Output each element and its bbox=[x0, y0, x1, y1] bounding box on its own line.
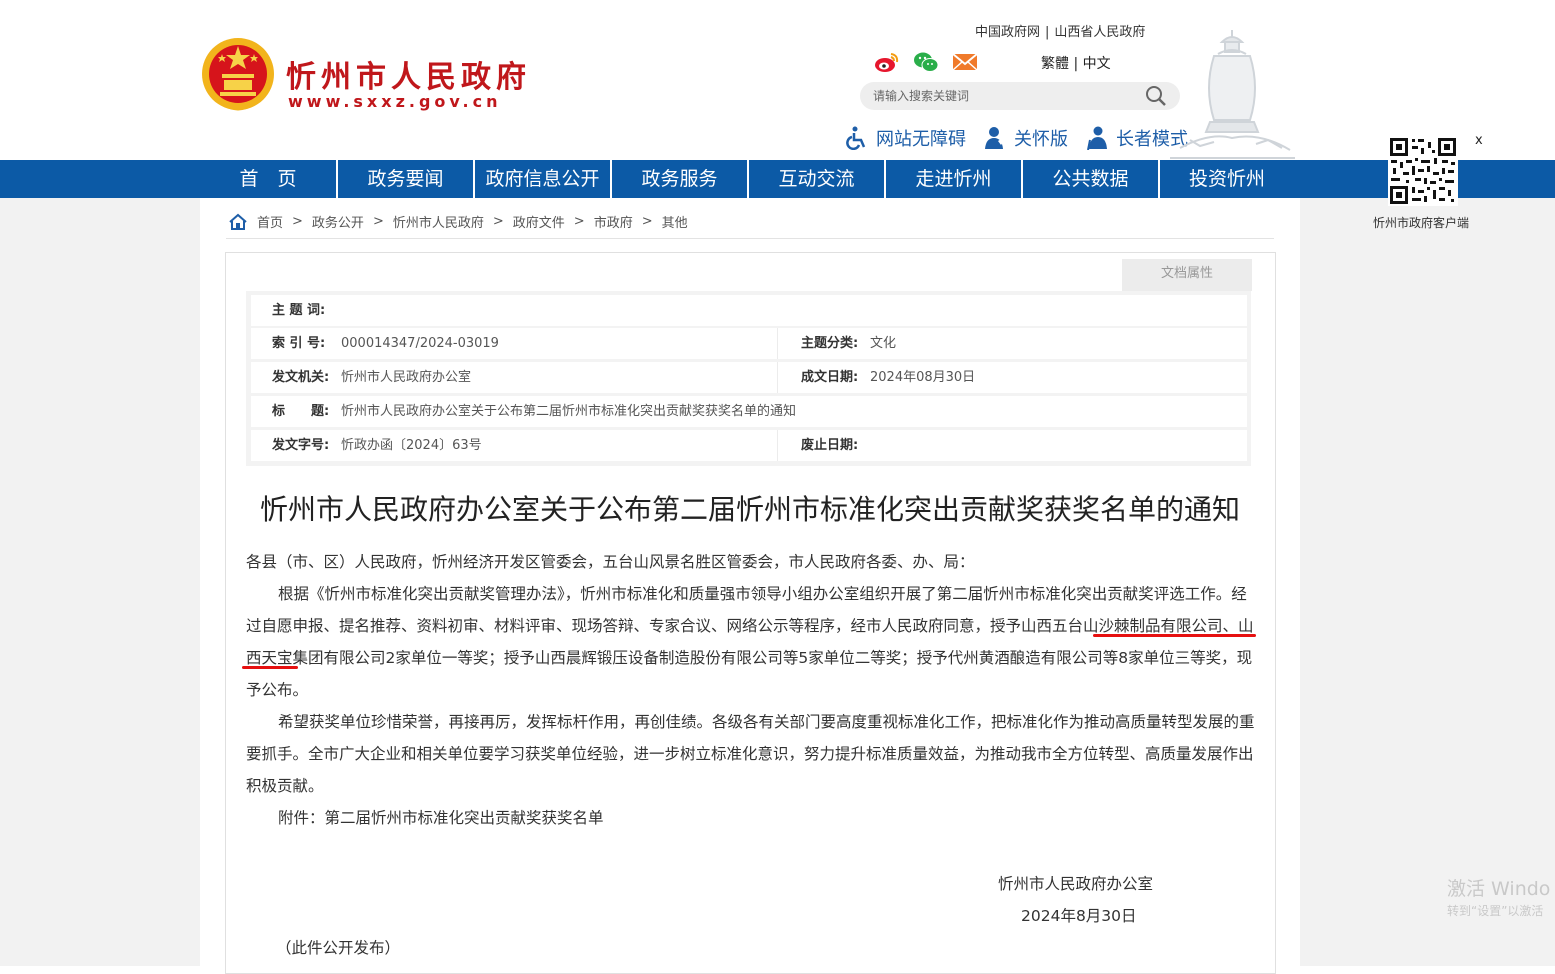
breadcrumb-home[interactable]: 首页 bbox=[257, 212, 283, 231]
article-salutation: 各县（市、区）人民政府，忻州经济开发区管委会，五台山风景名胜区管委会，市人民政府… bbox=[246, 553, 975, 571]
wheelchair-icon bbox=[846, 126, 866, 150]
nav-services[interactable]: 政务服务 bbox=[612, 160, 747, 198]
article-paragraph-2: 希望获奖单位珍惜荣誉，再接再厉，发挥标杆作用，再创佳绩。各级各有关部门要高度重视… bbox=[246, 713, 1255, 795]
site-url: www.sxxz.gov.cn bbox=[288, 92, 502, 111]
highlight-underline bbox=[1093, 634, 1256, 637]
breadcrumb-sep: > bbox=[372, 214, 384, 229]
nav-invest[interactable]: 投资忻州 bbox=[1160, 160, 1294, 198]
breadcrumb-sep: > bbox=[492, 214, 504, 229]
link-shanxi-gov[interactable]: 山西省人民政府 bbox=[1054, 25, 1145, 40]
breadcrumb-divider bbox=[226, 238, 1274, 239]
nav-home[interactable]: 首 页 bbox=[200, 160, 336, 198]
attr-label: 发文字号: bbox=[272, 438, 330, 453]
nav-interaction[interactable]: 互动交流 bbox=[749, 160, 884, 198]
breadcrumb-gov-affairs[interactable]: 政务公开 bbox=[312, 212, 364, 231]
breadcrumb-sep: > bbox=[573, 214, 585, 229]
lang-sep: | bbox=[1073, 56, 1079, 72]
qr-label: 忻州市政府客户端 bbox=[1373, 216, 1470, 230]
breadcrumb-other[interactable]: 其他 bbox=[662, 212, 688, 231]
attr-value: 000014347/2024-03019 bbox=[341, 336, 499, 351]
activation-watermark-subtitle: 转到“设置”以激活 bbox=[1447, 904, 1544, 918]
attr-row-doc-no: 发文字号: 忻政办函〔2024〕63号 废止日期: bbox=[251, 430, 1247, 461]
breadcrumb: 首页 > 政务公开 > 忻州市人民政府 > 政府文件 > 市政府 > 其他 bbox=[228, 212, 688, 231]
right-background bbox=[1300, 198, 1555, 966]
attr-label: 主题分类: bbox=[801, 336, 859, 351]
attr-value: 忻州市人民政府办公室关于公布第二届忻州市标准化突出贡献奖获奖名单的通知 bbox=[341, 404, 797, 419]
attr-label: 索 引 号: bbox=[272, 336, 326, 351]
left-background bbox=[0, 198, 200, 966]
publication-note: （此件公开发布） bbox=[276, 939, 401, 957]
attr-row-issuer: 发文机关: 忻州市人民政府办公室 成文日期: 2024年08月30日 bbox=[251, 362, 1247, 393]
activation-watermark-title: 激活 Windo bbox=[1447, 878, 1551, 900]
breadcrumb-gov-docs[interactable]: 政府文件 bbox=[513, 212, 565, 231]
attr-value: 忻州市人民政府办公室 bbox=[341, 370, 472, 385]
article-attachment[interactable]: 附件：第二届忻州市标准化突出贡献奖获奖名单 bbox=[246, 802, 1256, 834]
attr-value: 2024年08月30日 bbox=[870, 370, 976, 385]
top-links: 中国政府网 | 山西省人民政府 bbox=[975, 25, 1146, 40]
article-paragraph-1: 根据《忻州市标准化突出贡献奖管理办法》，忻州市标准化和质量强市领导小组办公室组织… bbox=[246, 585, 1254, 699]
nav-about-xinzhou[interactable]: 走进忻州 bbox=[886, 160, 1021, 198]
site-name: 忻州市人民政府 bbox=[286, 60, 531, 95]
breadcrumb-sep: > bbox=[641, 214, 653, 229]
language-switch: 繁體 | 中文 bbox=[1041, 53, 1111, 73]
breadcrumb-city-gov[interactable]: 忻州市人民政府 bbox=[393, 212, 484, 231]
breadcrumb-municipal[interactable]: 市政府 bbox=[594, 212, 633, 231]
accessibility-mode-label: 网站无障碍 bbox=[876, 129, 966, 150]
wechat-icon[interactable] bbox=[913, 50, 939, 74]
pagoda-decoration bbox=[1170, 30, 1295, 159]
signer: 忻州市人民政府办公室 bbox=[998, 875, 1154, 893]
care-mode-link[interactable]: 关怀版 bbox=[984, 124, 1068, 152]
sign-date: 2024年8月30日 bbox=[1021, 907, 1137, 925]
attr-value: 文化 bbox=[870, 336, 897, 351]
cell-divider bbox=[777, 430, 778, 461]
search-icon[interactable] bbox=[1144, 84, 1168, 108]
link-gov-cn[interactable]: 中国政府网 bbox=[975, 25, 1040, 40]
attr-label: 成文日期: bbox=[801, 370, 859, 385]
email-icon[interactable] bbox=[952, 50, 978, 74]
elder-person-icon bbox=[1087, 126, 1107, 150]
weibo-icon[interactable] bbox=[873, 50, 899, 74]
attr-label: 废止日期: bbox=[801, 438, 859, 453]
doc-attributes-tab[interactable]: 文档属性 bbox=[1122, 259, 1252, 291]
lang-traditional[interactable]: 繁體 bbox=[1041, 56, 1069, 72]
nav-news[interactable]: 政务要闻 bbox=[338, 160, 473, 198]
home-icon[interactable] bbox=[228, 213, 248, 231]
highlight-underline bbox=[242, 666, 298, 669]
qr-close-button[interactable]: x bbox=[1475, 133, 1483, 148]
qr-code bbox=[1388, 136, 1458, 206]
attr-row-subject-words: 主 题 词: bbox=[251, 295, 1247, 326]
care-person-icon bbox=[985, 127, 1004, 149]
lang-simplified[interactable]: 中文 bbox=[1083, 56, 1111, 72]
cell-divider bbox=[777, 328, 778, 359]
attr-row-index: 索 引 号: 000014347/2024-03019 主题分类: 文化 bbox=[251, 328, 1247, 359]
breadcrumb-sep: > bbox=[292, 214, 303, 229]
attr-label: 主 题 词: bbox=[272, 303, 326, 318]
search-input[interactable] bbox=[873, 86, 1133, 106]
national-emblem-icon bbox=[202, 38, 274, 111]
nav-public-data[interactable]: 公共数据 bbox=[1023, 160, 1158, 198]
care-mode-label: 关怀版 bbox=[1014, 129, 1068, 150]
attr-value: 忻政办函〔2024〕63号 bbox=[341, 438, 482, 453]
cell-divider bbox=[777, 362, 778, 393]
attr-label: 标 题: bbox=[272, 404, 330, 419]
accessibility-mode-link[interactable]: 网站无障碍 bbox=[846, 124, 966, 152]
nav-info-disclosure[interactable]: 政府信息公开 bbox=[475, 160, 610, 198]
attr-row-title: 标 题: 忻州市人民政府办公室关于公布第二届忻州市标准化突出贡献奖获奖名单的通知 bbox=[251, 396, 1247, 427]
article-title: 忻州市人民政府办公室关于公布第二届忻州市标准化突出贡献奖获奖名单的通知 bbox=[259, 493, 1240, 526]
attr-label: 发文机关: bbox=[272, 370, 330, 385]
main-nav: 首 页 政务要闻 政府信息公开 政务服务 互动交流 走进忻州 公共数据 投资忻州 bbox=[0, 160, 1555, 198]
